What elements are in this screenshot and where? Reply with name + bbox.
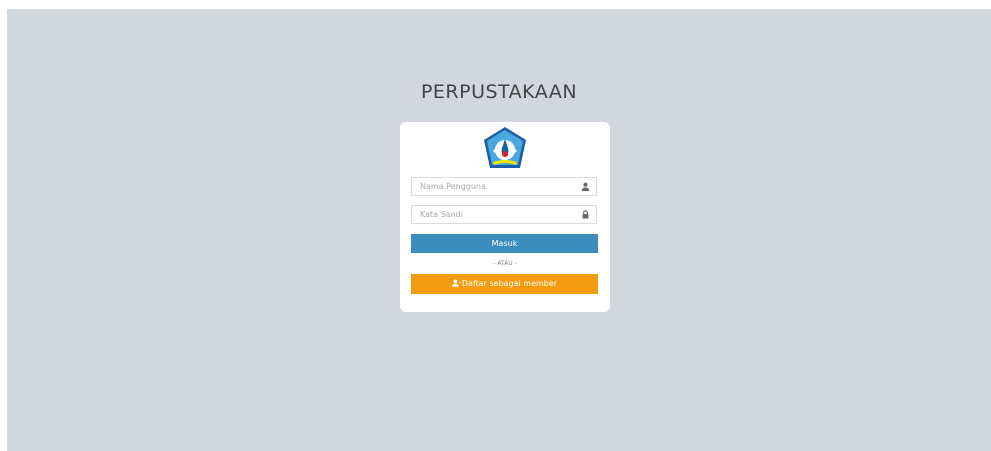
password-input[interactable]: [412, 206, 580, 223]
register-button-label: Daftar sebagai member: [461, 279, 558, 288]
username-input[interactable]: [412, 178, 580, 195]
page-title: PERPUSTAKAAN: [420, 81, 578, 103]
user-plus-icon: [451, 279, 461, 287]
register-button[interactable]: Daftar sebagai member: [411, 274, 598, 294]
login-box: Masuk - ATAU - Daftar sebagai member: [400, 122, 610, 312]
separator-text: - ATAU -: [493, 260, 517, 267]
tut-wuri-handayani-logo: [484, 127, 526, 168]
user-icon: [581, 182, 590, 191]
password-field[interactable]: [411, 205, 597, 224]
username-field[interactable]: [411, 177, 597, 196]
login-button[interactable]: Masuk: [411, 234, 598, 253]
page-background: PERPUSTAKAAN Masuk: [7, 9, 991, 451]
lock-icon: [582, 210, 589, 219]
